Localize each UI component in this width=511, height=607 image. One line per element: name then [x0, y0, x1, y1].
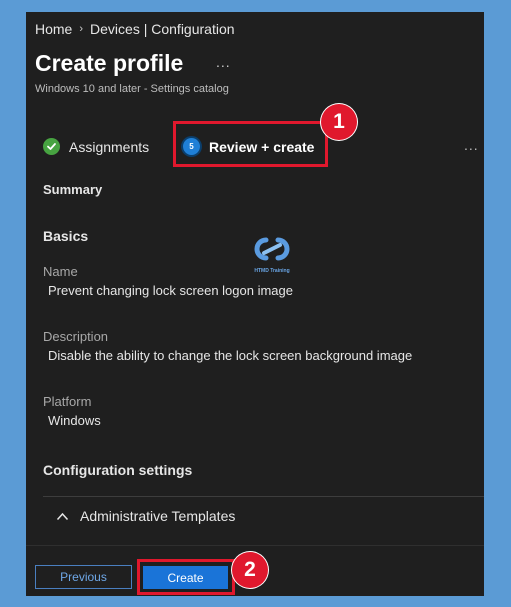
callout-badge-1: 1	[321, 104, 357, 140]
step-assignments-label: Assignments	[69, 138, 150, 155]
platform-label: Platform	[43, 394, 92, 409]
page-subtitle: Windows 10 and later - Settings catalog	[35, 83, 229, 95]
accordion-label: Administrative Templates	[80, 508, 236, 524]
callout-highlight-review	[173, 121, 328, 167]
breadcrumb-separator: ›	[79, 23, 84, 35]
watermark-text: HTMD Training	[254, 268, 290, 274]
platform-value: Windows	[48, 413, 101, 428]
callout-highlight-create	[137, 559, 235, 595]
footer-divider	[26, 545, 484, 546]
basics-heading: Basics	[43, 228, 89, 244]
description-label: Description	[43, 329, 109, 344]
administrative-templates-accordion[interactable]: Administrative Templates	[56, 508, 235, 524]
configuration-settings-heading: Configuration settings	[43, 462, 193, 478]
more-options-button[interactable]: ...	[216, 54, 231, 70]
checkmark-icon	[43, 138, 60, 155]
description-value: Disable the ability to change the lock s…	[48, 348, 413, 363]
chevron-up-icon	[56, 508, 69, 524]
page-title: Create profile	[35, 50, 184, 76]
section-divider	[43, 496, 484, 497]
callout-badge-2: 2	[232, 552, 268, 588]
name-value: Prevent changing lock screen logon image	[48, 283, 293, 298]
breadcrumb: Home › Devices | Configuration	[35, 21, 235, 37]
wizard-overflow-button[interactable]: ...	[464, 137, 479, 153]
htmd-logo-watermark	[244, 232, 300, 271]
name-label: Name	[43, 264, 78, 279]
step-assignments[interactable]: Assignments	[43, 138, 149, 155]
breadcrumb-devices-configuration[interactable]: Devices | Configuration	[90, 21, 234, 37]
breadcrumb-home[interactable]: Home	[35, 21, 72, 37]
summary-heading: Summary	[43, 182, 103, 197]
previous-button[interactable]: Previous	[35, 565, 132, 589]
create-profile-panel: Home › Devices | Configuration Create pr…	[26, 12, 484, 596]
